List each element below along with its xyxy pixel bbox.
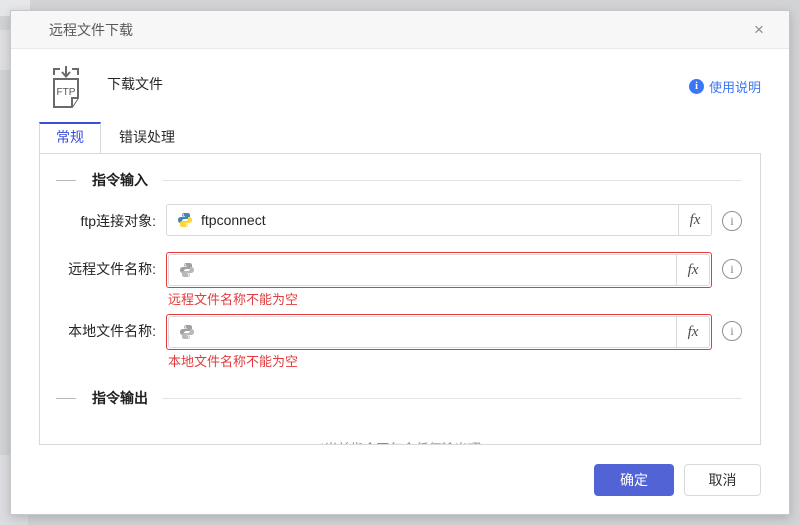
- ftp-connection-input[interactable]: [201, 205, 678, 235]
- dialog-footer: 确定 取消: [11, 464, 789, 514]
- field-info-icon[interactable]: i: [722, 211, 742, 231]
- field-info-icon[interactable]: i: [722, 321, 742, 341]
- svg-text:FTP: FTP: [57, 87, 76, 98]
- background-patch: [0, 30, 10, 70]
- fx-expression-button[interactable]: fx: [678, 205, 711, 235]
- output-section-title: 指令输出: [92, 388, 148, 408]
- validation-error-text: 远程文件名称不能为空: [168, 292, 712, 308]
- validation-error-text: 本地文件名称不能为空: [168, 354, 712, 370]
- error-border: fx: [166, 252, 712, 288]
- usage-help-link[interactable]: i 使用说明: [689, 77, 761, 96]
- remote-filename-input[interactable]: [203, 255, 676, 285]
- section-divider: [162, 398, 742, 399]
- local-filename-input[interactable]: [203, 317, 676, 347]
- dialog-title: 远程文件下载: [49, 11, 747, 49]
- local-filename-input-group: fx: [168, 316, 710, 348]
- settings-tabbar: 常规 错误处理: [39, 122, 761, 153]
- python-icon: [177, 212, 193, 228]
- cancel-button[interactable]: 取消: [684, 464, 761, 496]
- form-row-local-filename: 本地文件名称: fx 本地文件名称不能为空: [56, 314, 744, 370]
- close-icon[interactable]: ×: [747, 18, 771, 42]
- remote-filename-input-group: fx: [168, 254, 710, 286]
- output-empty-message: (当前指令不包含任何输出项): [56, 438, 744, 445]
- ftp-download-icon: FTP: [49, 65, 83, 109]
- info-circle-icon: i: [689, 79, 704, 94]
- form-row-ftp-connection: ftp连接对象: fx i: [56, 204, 744, 238]
- command-header: FTP 下载文件 i 使用说明: [11, 49, 789, 109]
- ok-button[interactable]: 确定: [594, 464, 674, 496]
- remote-file-download-dialog: 远程文件下载 × FTP 下载文件 i 使用说明 常规 错误处理 指令输入: [10, 10, 790, 515]
- input-section-header: 指令输入: [56, 170, 744, 190]
- collapse-dash-icon[interactable]: [56, 398, 76, 399]
- collapse-dash-icon[interactable]: [56, 180, 76, 181]
- fx-expression-button[interactable]: fx: [676, 255, 709, 285]
- field-label: 本地文件名称:: [56, 314, 166, 348]
- dialog-titlebar: 远程文件下载 ×: [11, 11, 789, 49]
- form-row-remote-filename: 远程文件名称: fx 远程文件名称不能为空: [56, 252, 744, 308]
- ftp-connection-input-group: fx: [166, 204, 712, 236]
- field-label: 远程文件名称:: [56, 252, 166, 286]
- section-divider: [162, 180, 742, 181]
- tab-general[interactable]: 常规: [39, 122, 101, 153]
- tab-content-panel: 指令输入 ftp连接对象: fx i: [39, 153, 761, 445]
- fx-expression-button[interactable]: fx: [676, 317, 709, 347]
- python-icon-gray: [179, 262, 195, 278]
- output-section-header: 指令输出: [56, 388, 744, 408]
- tab-error-handling[interactable]: 错误处理: [101, 122, 193, 153]
- input-section-title: 指令输入: [92, 170, 148, 190]
- help-link-label: 使用说明: [709, 77, 761, 96]
- field-info-icon[interactable]: i: [722, 259, 742, 279]
- error-border: fx: [166, 314, 712, 350]
- python-icon-gray: [179, 324, 195, 340]
- command-name-label: 下载文件: [107, 74, 163, 94]
- field-label: ftp连接对象:: [56, 204, 166, 238]
